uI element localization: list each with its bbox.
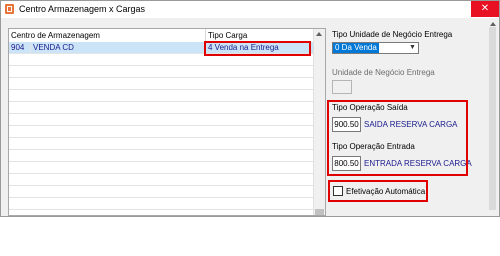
table-row[interactable] xyxy=(9,186,314,198)
grid-header: Centro de Armazenagem Tipo Carga xyxy=(9,29,314,43)
table-row[interactable] xyxy=(9,138,314,150)
cell-code: 904 xyxy=(9,42,31,54)
table-row[interactable] xyxy=(9,126,314,138)
table-row[interactable] xyxy=(9,78,314,90)
table-row[interactable] xyxy=(9,174,314,186)
tipo-unidade-value: 0 Da Venda xyxy=(333,43,379,53)
column-header-tipo-carga[interactable]: Tipo Carga xyxy=(206,29,314,42)
operacao-saida-desc: SAIDA RESERVA CARGA xyxy=(364,120,458,129)
table-row[interactable] xyxy=(9,54,314,66)
operacao-entrada-desc: ENTRADA RESERVA CARGA xyxy=(364,159,472,168)
efetivacao-label[interactable]: Efetivação Automática xyxy=(346,187,425,196)
scroll-thumb[interactable] xyxy=(489,27,496,210)
chevron-down-icon[interactable]: ▼ xyxy=(408,44,417,52)
dialog-window: Centro Armazenagem x Cargas ✕ Centro de … xyxy=(0,0,500,217)
panel-scrollbar[interactable] xyxy=(487,19,498,216)
unidade-negocio-label: Unidade de Negócio Entrega xyxy=(332,68,435,77)
column-header-centro[interactable]: Centro de Armazenagem xyxy=(9,29,206,42)
operacao-saida-label: Tipo Operação Saída xyxy=(332,103,408,112)
grid-scrollbar[interactable] xyxy=(313,29,325,215)
operacao-entrada-label: Tipo Operação Entrada xyxy=(332,142,415,151)
operacao-saida-code-input[interactable]: 900.50 xyxy=(332,117,361,132)
table-row[interactable] xyxy=(9,114,314,126)
table-row[interactable] xyxy=(9,66,314,78)
cargas-grid[interactable]: Centro de Armazenagem Tipo Carga 904 VEN… xyxy=(8,28,326,216)
title-bar: Centro Armazenagem x Cargas ✕ xyxy=(1,1,499,18)
close-button[interactable]: ✕ xyxy=(471,1,499,17)
table-row[interactable]: 904 VENDA CD 4 Venda na Entrega xyxy=(9,42,314,54)
tipo-unidade-select[interactable]: 0 Da Venda ▼ xyxy=(332,42,419,54)
cell-tipo-carga: 4 Venda na Entrega xyxy=(206,42,314,54)
table-row[interactable] xyxy=(9,90,314,102)
scroll-thumb[interactable] xyxy=(315,209,324,215)
app-icon xyxy=(5,4,14,14)
efetivacao-checkbox[interactable] xyxy=(333,186,343,196)
tipo-unidade-label: Tipo Unidade de Negócio Entrega xyxy=(332,30,453,39)
table-row[interactable] xyxy=(9,162,314,174)
table-row[interactable] xyxy=(9,102,314,114)
table-row[interactable] xyxy=(9,150,314,162)
unidade-negocio-field[interactable] xyxy=(332,80,352,94)
cell-name: VENDA CD xyxy=(31,42,206,54)
table-row[interactable] xyxy=(9,198,314,210)
scroll-up-icon[interactable] xyxy=(316,32,322,36)
operacao-entrada-code-input[interactable]: 800.50 xyxy=(332,156,361,171)
window-title: Centro Armazenagem x Cargas xyxy=(19,4,146,14)
scroll-up-icon[interactable] xyxy=(490,22,496,26)
